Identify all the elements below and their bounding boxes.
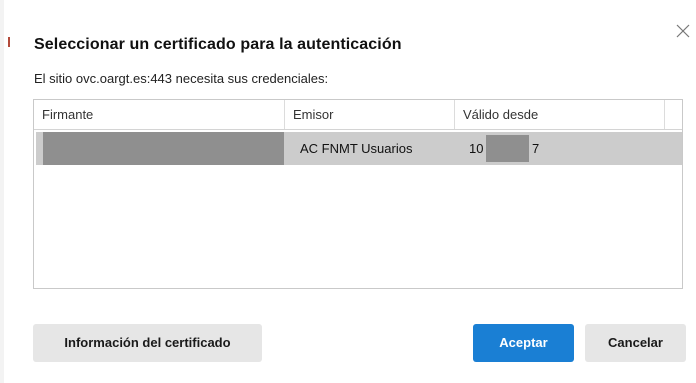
- column-header-emisor[interactable]: Emisor: [284, 100, 454, 129]
- certificate-info-button[interactable]: Información del certificado: [33, 324, 262, 362]
- background-window-edge: [0, 0, 10, 383]
- column-header-filler: [664, 100, 682, 129]
- dialog-title: Seleccionar un certificado para la auten…: [34, 36, 402, 53]
- accept-button[interactable]: Aceptar: [473, 324, 574, 362]
- close-icon-glyph: [676, 24, 690, 38]
- column-header-firmante[interactable]: Firmante: [34, 100, 284, 129]
- dialog-subtitle: El sitio ovc.oargt.es:443 necesita sus c…: [34, 71, 329, 86]
- redacted-firmante: [43, 132, 284, 165]
- certificate-dialog: Seleccionar un certificado para la auten…: [0, 0, 696, 383]
- redacted-date: [486, 135, 529, 162]
- table-row[interactable]: AC FNMT Usuarios 10 7: [36, 132, 682, 165]
- emisor-cell: AC FNMT Usuarios: [300, 141, 413, 156]
- certificate-table[interactable]: Firmante Emisor Válido desde AC FNMT Usu…: [33, 99, 683, 289]
- table-header: Firmante Emisor Válido desde: [34, 100, 682, 130]
- cancel-button[interactable]: Cancelar: [585, 324, 686, 362]
- column-header-valido-desde[interactable]: Válido desde: [454, 100, 664, 129]
- background-window-mark: [8, 37, 10, 47]
- valido-desde-end: 7: [532, 141, 540, 156]
- close-icon[interactable]: [676, 24, 690, 38]
- valido-desde-start: 10: [469, 141, 484, 156]
